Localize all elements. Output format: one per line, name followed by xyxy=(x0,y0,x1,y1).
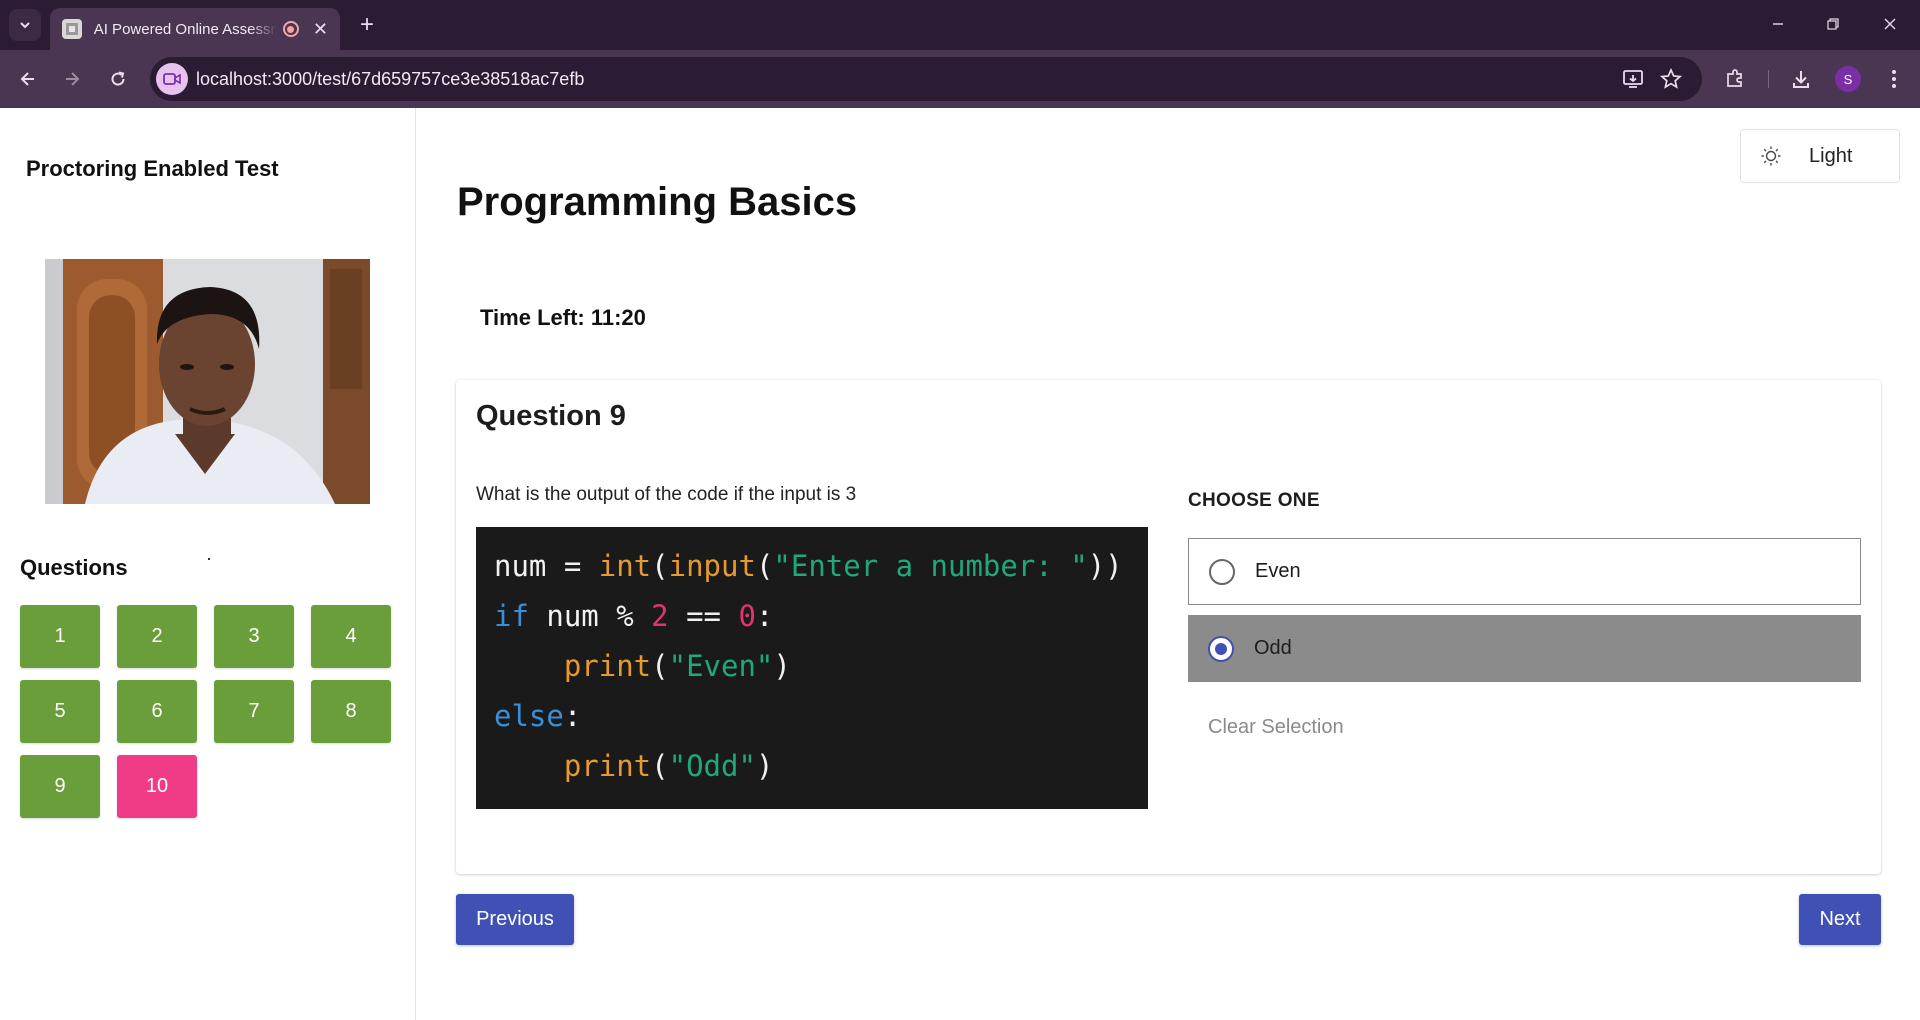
question-button-9[interactable]: 9 xyxy=(20,755,100,818)
minimize-button[interactable] xyxy=(1758,8,1798,40)
sun-icon xyxy=(1759,144,1783,168)
chevron-down-icon xyxy=(20,22,30,29)
recording-icon xyxy=(283,21,299,37)
question-heading: Question 9 xyxy=(476,400,626,432)
test-main-panel: Light Programming Basics Time Left: 11:2… xyxy=(417,108,1920,1020)
forward-button[interactable] xyxy=(56,63,88,95)
question-button-5[interactable]: 5 xyxy=(20,680,100,743)
proctoring-sidebar: Proctoring Enabled Test Questions 1 2 3 … xyxy=(0,108,416,1020)
install-app-icon[interactable] xyxy=(1621,67,1645,91)
address-bar[interactable]: localhost:3000/test/67d659757ce3e38518ac… xyxy=(150,57,1702,101)
question-button-8[interactable]: 8 xyxy=(311,680,391,743)
close-icon xyxy=(1884,18,1896,30)
arrow-right-icon xyxy=(66,72,80,86)
restore-icon xyxy=(1827,18,1839,30)
bookmark-star-icon[interactable] xyxy=(1659,67,1683,91)
option-label: Even xyxy=(1255,560,1301,582)
browser-tab-bar: AI Powered Online Assessment ✕ + xyxy=(0,0,1920,50)
back-button[interactable] xyxy=(12,63,44,95)
question-button-6[interactable]: 6 xyxy=(117,680,197,743)
question-button-3[interactable]: 3 xyxy=(214,605,294,668)
downloads-icon[interactable] xyxy=(1788,66,1814,92)
close-tab-icon[interactable]: ✕ xyxy=(313,20,328,38)
reload-button[interactable] xyxy=(102,63,134,95)
page-title: Programming Basics xyxy=(457,180,858,224)
code-line-1: num = int(input("Enter a number: ")) xyxy=(494,549,1123,583)
question-button-1[interactable]: 1 xyxy=(20,605,100,668)
minimize-icon xyxy=(1773,23,1783,25)
browser-tab[interactable]: AI Powered Online Assessment ✕ xyxy=(50,8,340,50)
code-line-5: print("Odd") xyxy=(563,749,774,783)
question-button-2[interactable]: 2 xyxy=(117,605,197,668)
arrow-left-icon xyxy=(20,72,34,86)
sidebar-title: Proctoring Enabled Test xyxy=(26,156,279,181)
question-button-4[interactable]: 4 xyxy=(311,605,391,668)
new-tab-button[interactable]: + xyxy=(352,10,382,40)
question-button-7[interactable]: 7 xyxy=(214,680,294,743)
choose-one-label: CHOOSE ONE xyxy=(1188,490,1320,511)
option-even[interactable]: Even xyxy=(1188,538,1861,605)
url-text[interactable]: localhost:3000/test/67d659757ce3e38518ac… xyxy=(196,69,584,90)
toolbar-divider xyxy=(1768,70,1769,88)
radio-button[interactable] xyxy=(1209,558,1235,585)
code-line-3: print("Even") xyxy=(563,649,791,683)
clear-selection-button[interactable]: Clear Selection xyxy=(1208,716,1344,739)
more-menu-icon[interactable] xyxy=(1881,66,1907,92)
next-button[interactable]: Next xyxy=(1799,894,1881,945)
tab-search-button[interactable] xyxy=(9,9,41,41)
questions-heading: Questions xyxy=(20,555,128,580)
previous-button[interactable]: Previous xyxy=(456,894,574,945)
code-line-4: else: xyxy=(494,699,582,733)
stray-dot xyxy=(208,558,210,560)
question-card: Question 9 What is the output of the cod… xyxy=(456,380,1881,874)
favicon-icon xyxy=(62,19,82,39)
code-snippet-image: num = int(input("Enter a number: ")) if … xyxy=(476,527,1148,809)
option-odd[interactable]: Odd xyxy=(1188,615,1861,682)
code-line-2: if num % 2 == 0: xyxy=(494,599,774,633)
theme-label: Light xyxy=(1809,144,1853,167)
browser-toolbar: localhost:3000/test/67d659757ce3e38518ac… xyxy=(0,50,1920,108)
radio-button-selected[interactable] xyxy=(1208,635,1234,662)
reload-icon xyxy=(111,71,125,86)
tab-title: AI Powered Online Assessment xyxy=(93,20,278,38)
close-window-button[interactable] xyxy=(1870,8,1910,40)
option-label: Odd xyxy=(1254,637,1292,659)
webcam-person-image xyxy=(45,259,370,504)
question-text: What is the output of the code if the in… xyxy=(476,484,857,505)
profile-avatar[interactable]: S xyxy=(1835,66,1861,92)
camera-indicator-icon[interactable] xyxy=(156,63,188,95)
restore-button[interactable] xyxy=(1813,8,1853,40)
time-left: Time Left: 11:20 xyxy=(480,305,646,330)
webcam-feed xyxy=(45,259,370,504)
question-button-10[interactable]: 10 xyxy=(117,755,197,818)
theme-toggle-button[interactable]: Light xyxy=(1740,129,1900,183)
extensions-icon[interactable] xyxy=(1722,66,1748,92)
